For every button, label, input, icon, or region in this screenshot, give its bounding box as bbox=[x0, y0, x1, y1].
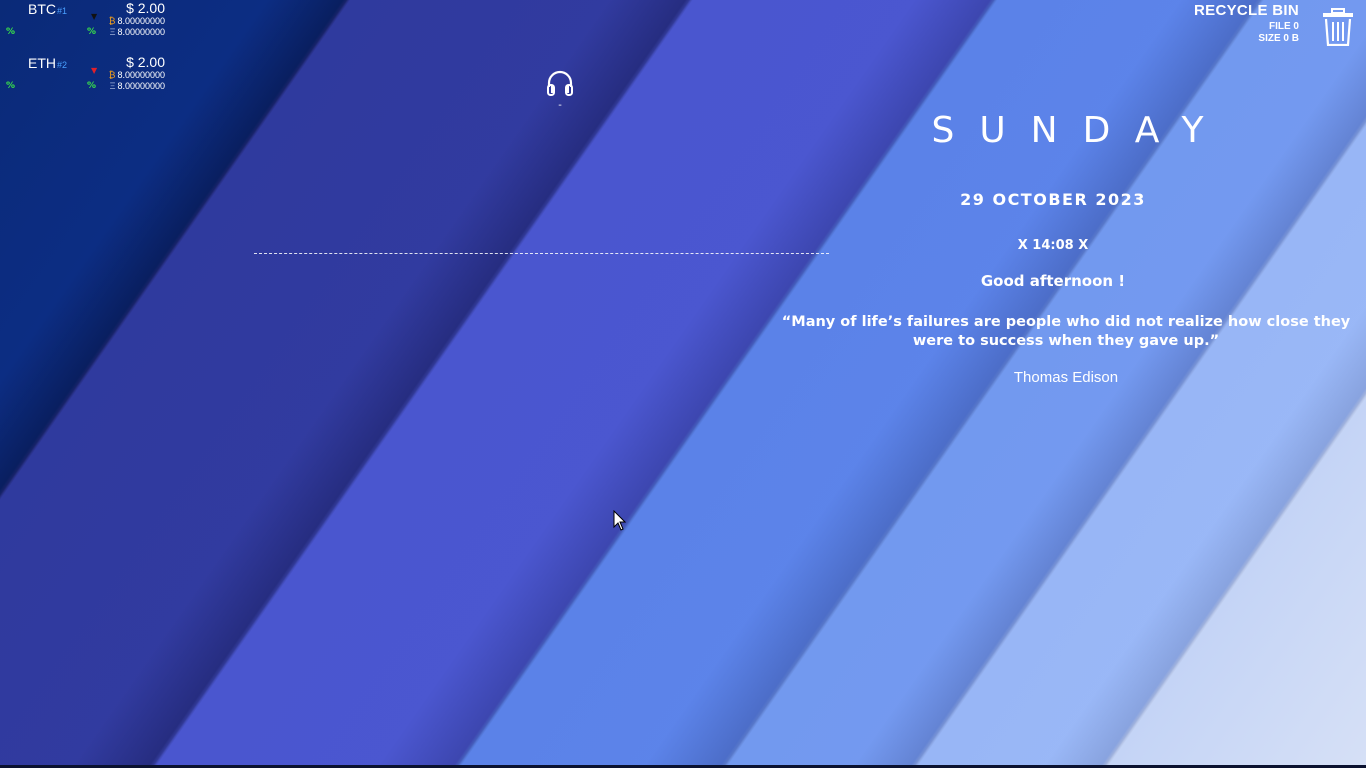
coin-holding-eth: Ξ 8.00000000 bbox=[109, 27, 165, 37]
quote-text: “Many of life’s failures are people who … bbox=[781, 314, 1351, 349]
bitcoin-icon: ₿ bbox=[108, 16, 116, 26]
coin-change-percent-2: % bbox=[87, 81, 97, 91]
bitcoin-icon: ₿ bbox=[108, 70, 116, 80]
recycle-bin-widget[interactable]: RECYCLE BIN FILE 0 SIZE 0 B bbox=[1174, 2, 1354, 48]
music-widget[interactable]: - bbox=[540, 68, 580, 111]
mouse-cursor-icon bbox=[613, 510, 627, 531]
ethereum-icon: Ξ bbox=[109, 27, 116, 37]
coin-change-percent: % bbox=[6, 81, 16, 91]
coin-symbol: ETH#2 bbox=[28, 55, 68, 71]
coin-price: $ 2.00 bbox=[126, 0, 165, 16]
crypto-row-btc[interactable]: BTC#1 ▼ $ 2.00 ₿ 8.00000000 Ξ 8.00000000 %… bbox=[0, 0, 170, 54]
coin-change-percent-2: % bbox=[87, 27, 97, 37]
dotted-divider bbox=[254, 253, 829, 254]
crypto-row-eth[interactable]: ETH#2 ▼ $ 2.00 ₿ 8.00000000 Ξ 8.00000000 %… bbox=[0, 54, 170, 108]
coin-holding-eth: Ξ 8.00000000 bbox=[109, 81, 165, 91]
time-label: X 14:08 X bbox=[1017, 238, 1089, 253]
recycle-bin-size: SIZE 0 B bbox=[1258, 33, 1299, 44]
date-label: 29 OCTOBER 2023 bbox=[960, 190, 1146, 209]
coin-holding-btc: ₿ 8.00000000 bbox=[108, 16, 165, 26]
recycle-bin-file-count: FILE 0 bbox=[1268, 21, 1299, 32]
coin-symbol: BTC#1 bbox=[28, 1, 68, 17]
trend-down-icon: ▼ bbox=[91, 12, 98, 21]
coin-change-percent: % bbox=[6, 27, 16, 37]
coin-rank: #1 bbox=[57, 6, 68, 16]
coin-price: $ 2.00 bbox=[126, 54, 165, 70]
track-title: - bbox=[558, 100, 562, 111]
trend-down-icon: ▼ bbox=[91, 66, 98, 75]
headphones-icon[interactable] bbox=[545, 68, 575, 98]
coin-rank: #2 bbox=[57, 60, 68, 70]
ethereum-icon: Ξ bbox=[109, 81, 116, 91]
greeting-text: Good afternoon ! bbox=[980, 272, 1126, 290]
quote-author: Thomas Edison bbox=[1013, 369, 1119, 386]
day-of-week: SUNDAY bbox=[931, 110, 1229, 151]
crypto-widget: BTC#1 ▼ $ 2.00 ₿ 8.00000000 Ξ 8.00000000 %… bbox=[0, 0, 170, 108]
trash-icon[interactable] bbox=[1322, 8, 1354, 46]
recycle-bin-title: RECYCLE BIN bbox=[1194, 2, 1299, 19]
coin-holding-btc: ₿ 8.00000000 bbox=[108, 70, 165, 80]
